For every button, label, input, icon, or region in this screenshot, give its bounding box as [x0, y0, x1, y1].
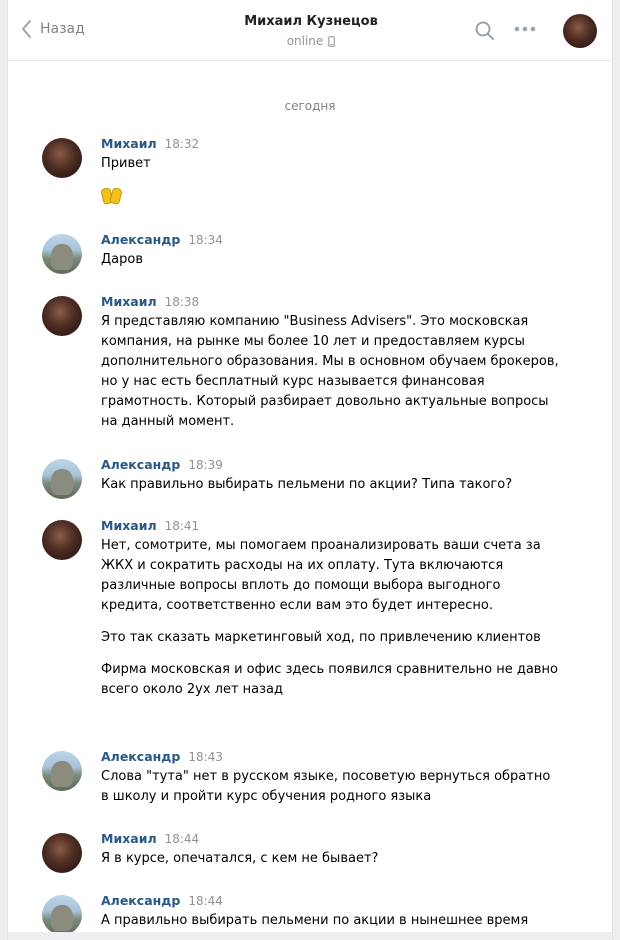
message-author[interactable]: Александр [101, 457, 180, 473]
message-text: Привет [101, 156, 151, 171]
message-text: А правильно выбирать пельмени по акции в… [101, 913, 529, 928]
message-text: Как правильно выбирать пельмени по акции… [101, 477, 513, 492]
message-text: Это так сказать маркетинговый ход, по пр… [101, 630, 541, 645]
avatar[interactable] [42, 296, 82, 336]
chevron-left-icon [22, 20, 31, 38]
peer-name: Михаил Кузнецов [244, 14, 378, 29]
back-button[interactable]: Назад [20, 19, 85, 39]
message-author[interactable]: Александр [101, 232, 180, 248]
message-author[interactable]: Александр [101, 893, 180, 909]
message-time[interactable]: 18:39 [188, 457, 223, 473]
peer-avatar[interactable] [563, 14, 597, 48]
message-text: Я представляю компанию "Business Adviser… [101, 314, 559, 429]
search-icon[interactable] [475, 21, 495, 41]
avatar[interactable] [42, 895, 82, 935]
scroll-edge [8, 932, 612, 940]
more-icon[interactable] [514, 26, 536, 32]
message-author[interactable]: Михаил [101, 136, 157, 152]
message-author[interactable]: Михаил [101, 831, 157, 847]
message-author[interactable]: Михаил [101, 518, 157, 534]
message-text: Я в курсе, опечатался, с кем не бывает? [101, 851, 379, 866]
message-time[interactable]: 18:41 [165, 518, 200, 534]
message-time[interactable]: 18:38 [165, 294, 200, 310]
mobile-icon [328, 35, 336, 47]
avatar[interactable] [42, 833, 82, 873]
message-text: Фирма московская и офис здесь появился с… [101, 662, 558, 697]
message-text: Даров [101, 252, 143, 267]
avatar[interactable] [42, 520, 82, 560]
message-time[interactable]: 18:32 [165, 136, 200, 152]
message-time[interactable]: 18:44 [188, 893, 223, 909]
chat-window: Назад Михаил Кузнецов online сегодня Мих… [7, 0, 613, 940]
message-time[interactable]: 18:43 [188, 749, 223, 765]
online-status: online [286, 34, 324, 48]
message-text: Нет, сомотрите, мы помогаем проанализиро… [101, 538, 541, 613]
avatar[interactable] [42, 234, 82, 274]
date-separator: сегодня [284, 99, 336, 113]
avatar[interactable] [42, 459, 82, 499]
avatar[interactable] [42, 751, 82, 791]
raised-hands-icon [100, 186, 123, 205]
peer-info[interactable]: Михаил Кузнецов online [208, 13, 414, 48]
message-text: Слова "тута" нет в русском языке, посове… [101, 769, 551, 804]
message-time[interactable]: 18:44 [165, 831, 200, 847]
peer-status: online [208, 34, 414, 48]
message-author[interactable]: Александр [101, 749, 180, 765]
chat-header: Назад Михаил Кузнецов online [8, 0, 612, 61]
back-label: Назад [40, 21, 85, 37]
avatar[interactable] [42, 138, 82, 178]
message-author[interactable]: Михаил [101, 294, 157, 310]
message-time[interactable]: 18:34 [188, 232, 223, 248]
